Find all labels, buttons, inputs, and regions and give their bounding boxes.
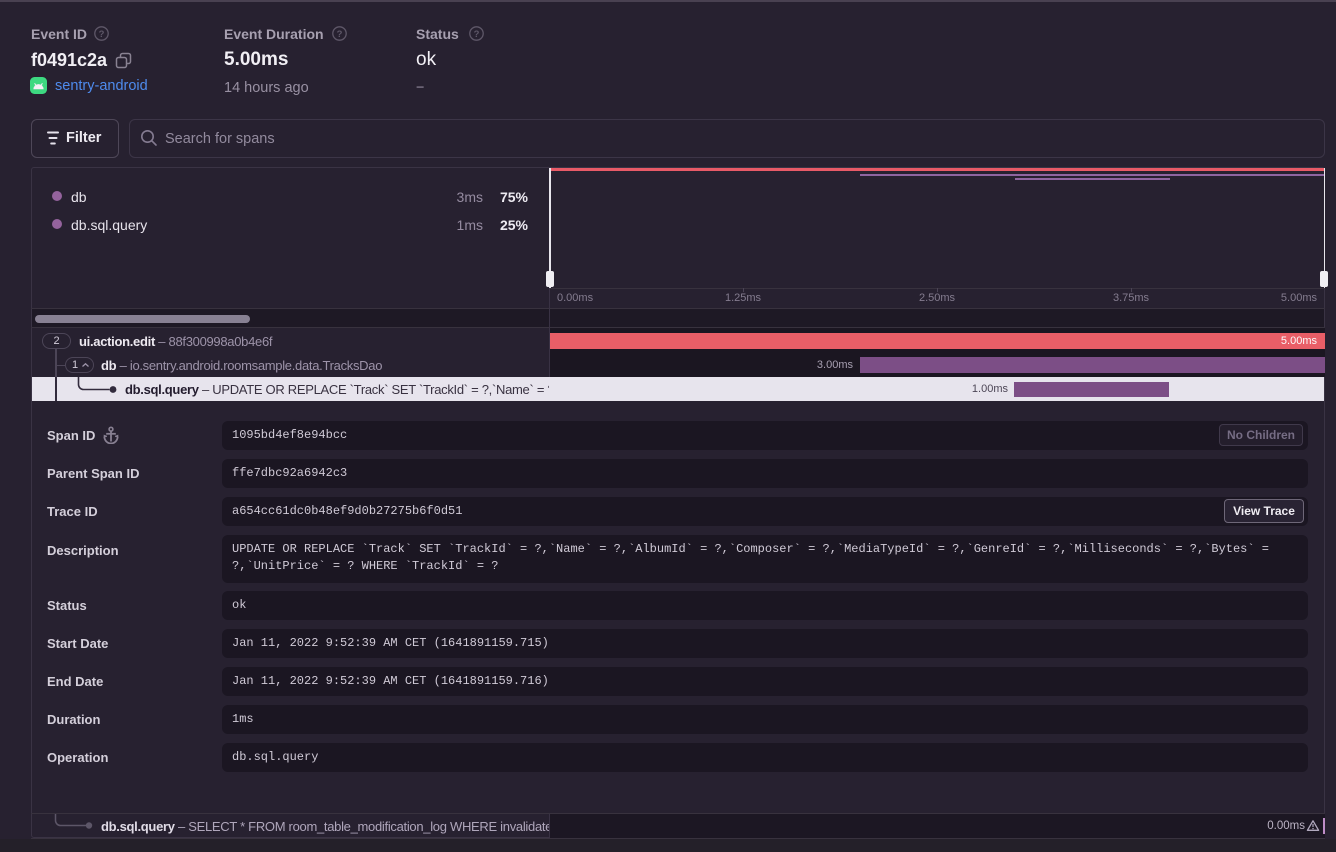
- svg-text:?: ?: [99, 29, 105, 40]
- svg-text:?: ?: [474, 29, 480, 40]
- svg-text:?: ?: [337, 29, 343, 40]
